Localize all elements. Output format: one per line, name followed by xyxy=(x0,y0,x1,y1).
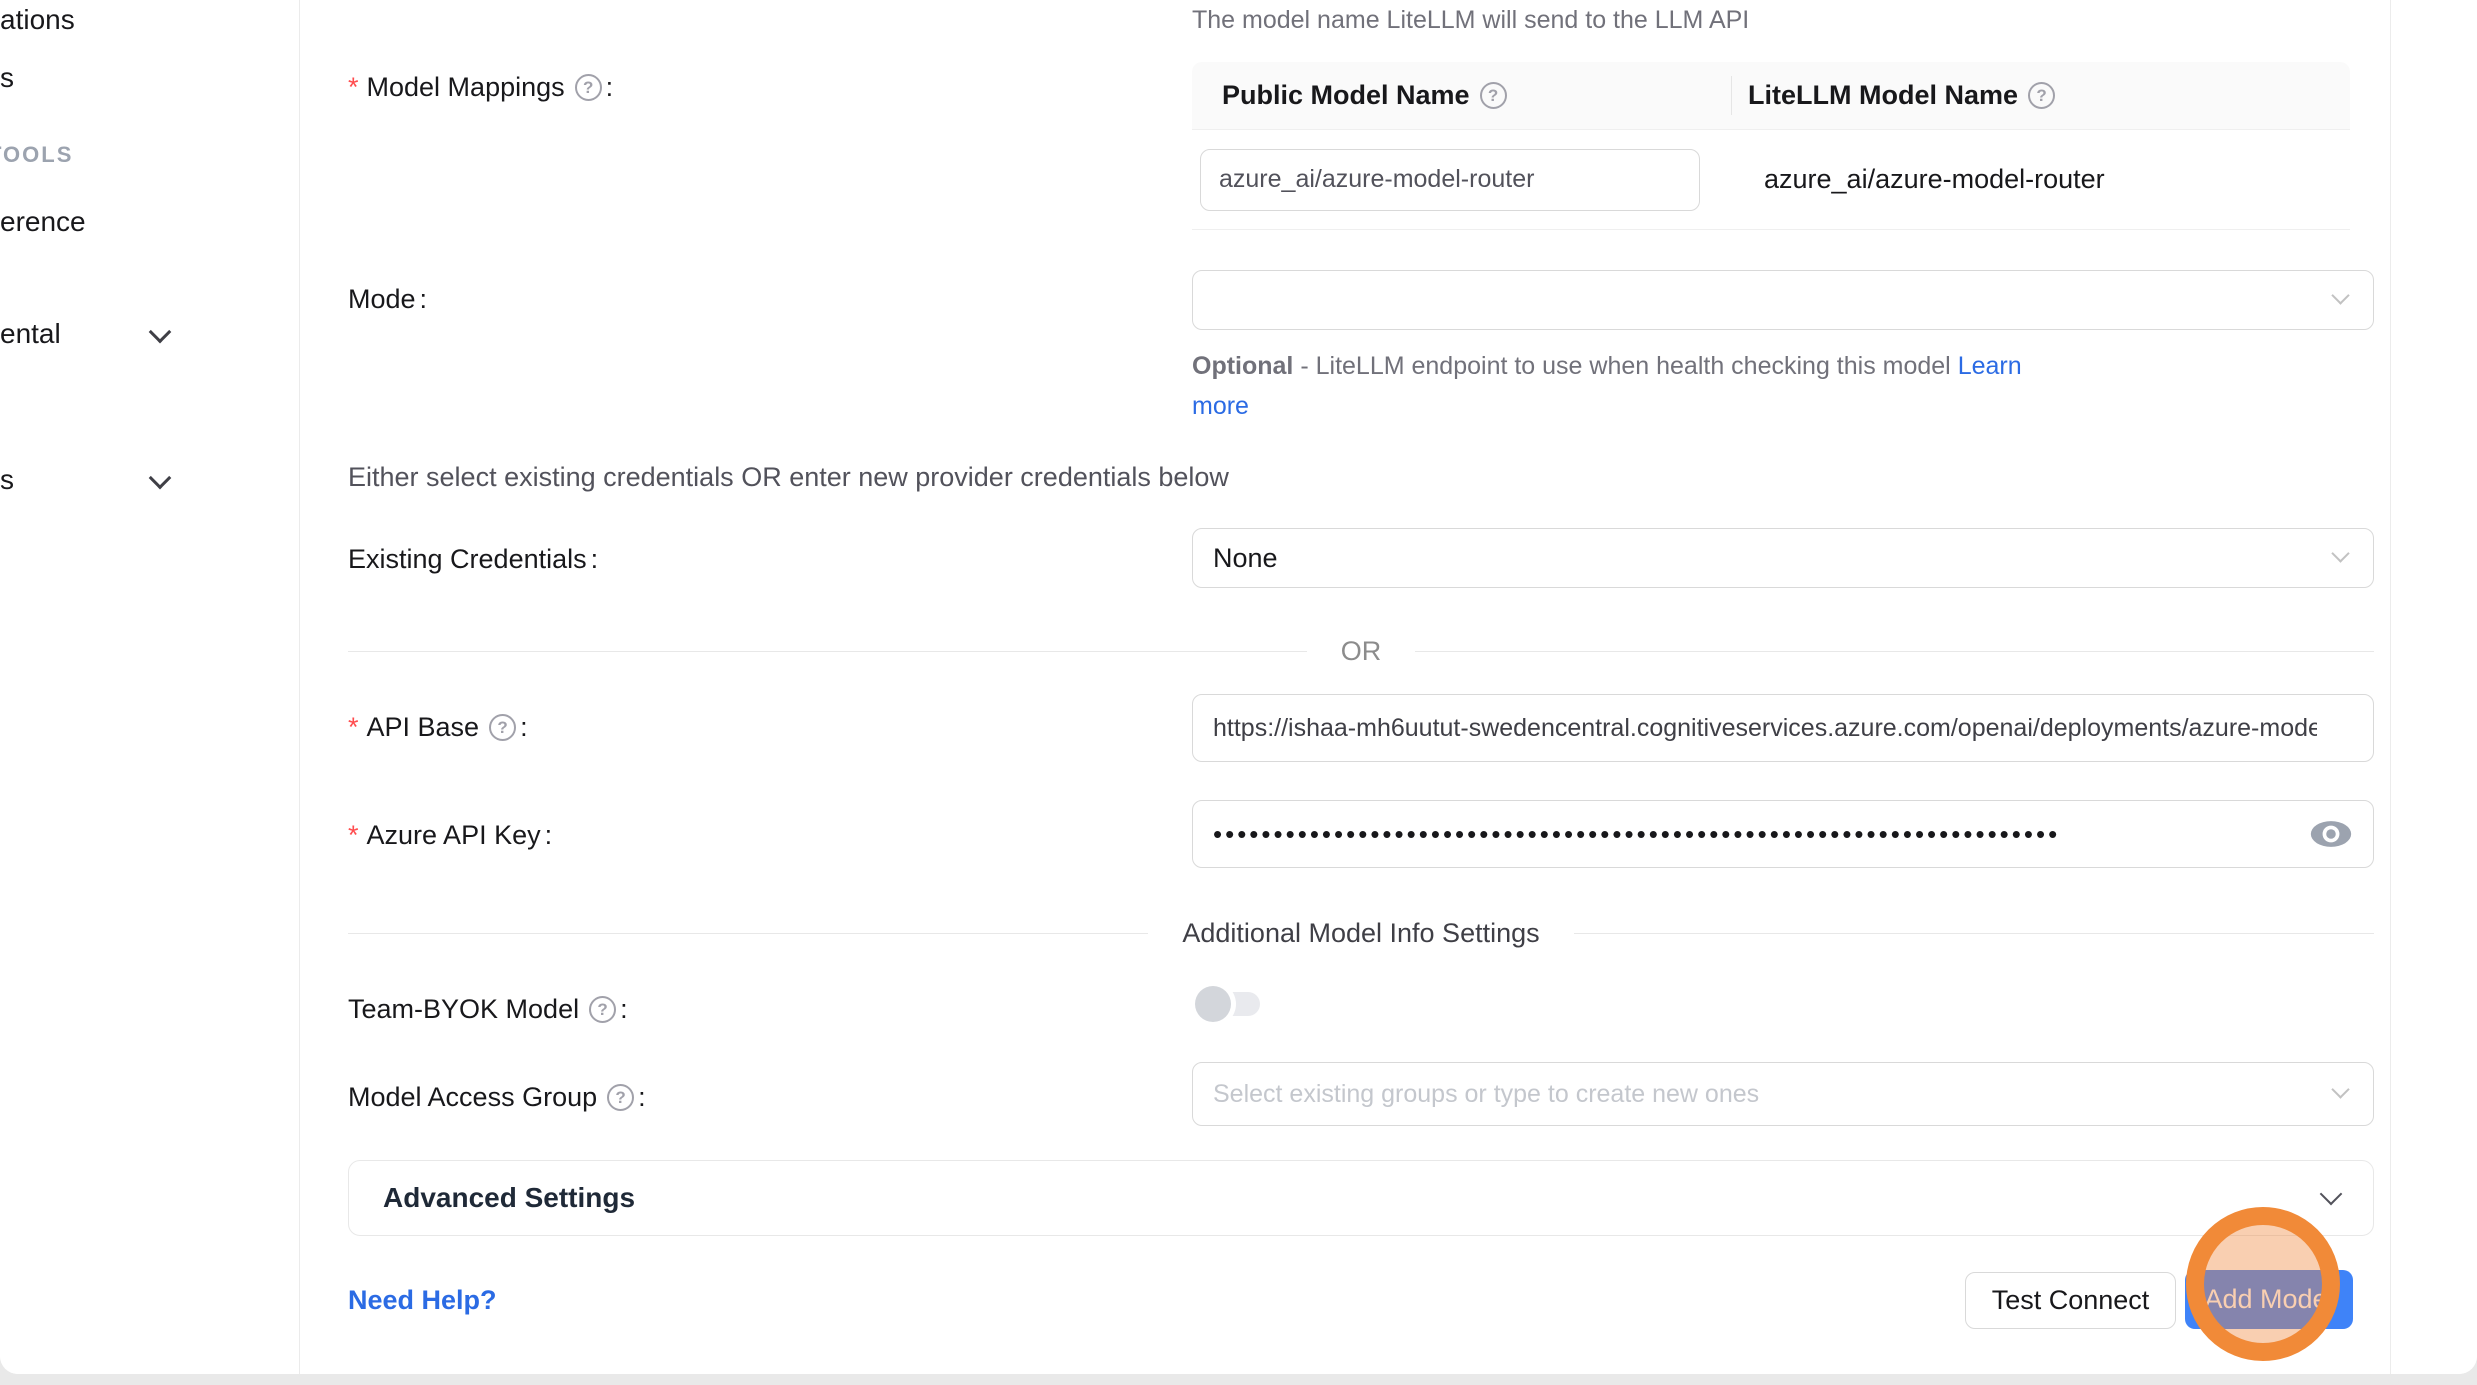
mode-select[interactable] xyxy=(1192,270,2374,330)
api-base-input[interactable]: https://ishaa-mh6uutut-swedencentral.cog… xyxy=(1192,694,2374,762)
sidebar-item-label: erence xyxy=(0,206,86,237)
divider-line xyxy=(348,651,1307,652)
mode-helper-prefix: Optional xyxy=(1192,352,1293,380)
azure-api-key-input[interactable]: ••••••••••••••••••••••••••••••••••••••••… xyxy=(1192,800,2374,868)
eye-icon xyxy=(2309,818,2353,850)
chevron-down-icon xyxy=(149,467,172,490)
column-header-litellm-model-name: LiteLLM Model Name ? xyxy=(1732,80,2055,111)
section-divider-text: Additional Model Info Settings xyxy=(1182,918,1539,949)
sidebar-item[interactable]: s xyxy=(0,62,14,94)
need-help-link[interactable]: Need Help? xyxy=(348,1285,497,1316)
chevron-down-icon xyxy=(2331,544,2349,562)
litellm-model-name-helper: The model name LiteLLM will send to the … xyxy=(1192,6,1749,35)
existing-credentials-label: Existing Credentials xyxy=(348,544,598,575)
required-marker: * xyxy=(348,712,359,743)
divider-line xyxy=(1574,933,2374,934)
help-icon[interactable]: ? xyxy=(589,996,616,1023)
divider-line xyxy=(348,933,1148,934)
chevron-down-icon xyxy=(2331,286,2349,304)
help-icon[interactable]: ? xyxy=(2028,82,2055,109)
add-model-form-card: ations s TOOLS erence ental s The model … xyxy=(0,0,2477,1374)
sidebar-section-label: TOOLS xyxy=(0,142,73,168)
toggle-knob xyxy=(1195,986,1231,1022)
advanced-settings-title: Advanced Settings xyxy=(383,1182,635,1214)
column-header-public-model-name: Public Model Name ? xyxy=(1192,62,1732,129)
required-marker: * xyxy=(348,72,359,103)
api-base-label: * API Base ? xyxy=(348,712,528,743)
team-byok-label: Team-BYOK Model ? xyxy=(348,994,628,1025)
public-model-name-cell xyxy=(1192,149,1732,211)
help-icon[interactable]: ? xyxy=(1480,82,1507,109)
sidebar-item-label: ental xyxy=(0,318,61,349)
model-access-group-placeholder: Select existing groups or type to create… xyxy=(1213,1080,1759,1109)
content-right-divider xyxy=(2390,0,2477,1374)
help-icon[interactable]: ? xyxy=(607,1084,634,1111)
sidebar-item[interactable]: erence xyxy=(0,206,86,238)
sidebar-item-label: ations xyxy=(0,4,75,35)
masked-api-key: ••••••••••••••••••••••••••••••••••••••••… xyxy=(1213,819,2060,850)
additional-model-info-divider: Additional Model Info Settings xyxy=(348,916,2374,950)
existing-credentials-select[interactable]: None xyxy=(1192,528,2374,588)
model-mappings-table: Public Model Name ? LiteLLM Model Name ?… xyxy=(1192,62,2350,230)
team-byok-toggle[interactable] xyxy=(1198,992,1260,1016)
or-divider: OR xyxy=(348,634,2374,668)
mode-helper-text: Optional - LiteLLM endpoint to use when … xyxy=(1192,346,2032,426)
sidebar-item[interactable]: ental xyxy=(0,318,61,350)
litellm-model-name-value: azure_ai/azure-model-router xyxy=(1732,164,2105,195)
model-access-group-select[interactable]: Select existing groups or type to create… xyxy=(1192,1062,2374,1126)
advanced-settings-panel[interactable]: Advanced Settings xyxy=(348,1160,2374,1236)
toggle-password-visibility-button[interactable] xyxy=(2307,814,2355,854)
help-icon[interactable]: ? xyxy=(489,714,516,741)
divider-line xyxy=(1415,651,2374,652)
public-model-name-input[interactable] xyxy=(1200,149,1700,211)
sidebar: ations s TOOLS erence ental s xyxy=(0,0,300,1374)
add-model-button[interactable]: Add Model xyxy=(2185,1270,2353,1329)
api-base-value: https://ishaa-mh6uutut-swedencentral.cog… xyxy=(1213,714,2317,743)
table-header-row: Public Model Name ? LiteLLM Model Name ? xyxy=(1192,62,2350,130)
chevron-down-icon xyxy=(2320,1183,2343,1206)
chevron-down-icon xyxy=(149,321,172,344)
chevron-down-icon xyxy=(2331,1080,2349,1098)
existing-credentials-value: None xyxy=(1213,543,1278,574)
required-marker: * xyxy=(348,820,359,851)
azure-api-key-label: * Azure API Key xyxy=(348,820,552,851)
sidebar-item-label: s xyxy=(0,62,14,93)
model-mappings-label: * Model Mappings ? xyxy=(348,72,613,103)
sidebar-item-label: s xyxy=(0,464,14,495)
sidebar-item[interactable]: s xyxy=(0,464,14,496)
mode-label: Mode xyxy=(348,284,427,315)
help-icon[interactable]: ? xyxy=(575,74,602,101)
or-divider-text: OR xyxy=(1341,636,1382,667)
model-access-group-label: Model Access Group ? xyxy=(348,1082,646,1113)
credentials-note: Either select existing credentials OR en… xyxy=(348,462,1229,493)
table-row: azure_ai/azure-model-router xyxy=(1192,130,2350,230)
test-connect-button[interactable]: Test Connect xyxy=(1965,1272,2176,1329)
sidebar-item[interactable]: ations xyxy=(0,4,75,36)
